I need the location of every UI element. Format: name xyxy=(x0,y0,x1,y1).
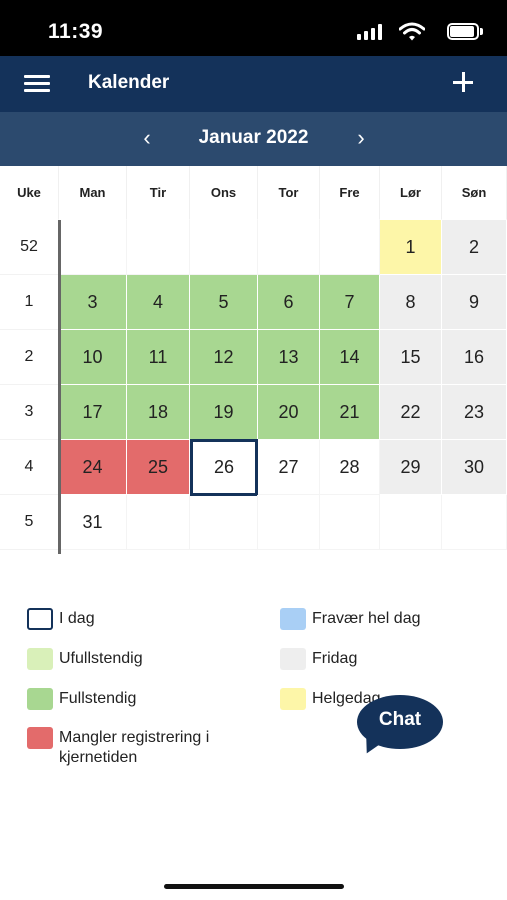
home-indicator xyxy=(164,884,344,889)
calendar-week-row: 4 24 25 26 27 28 29 30 xyxy=(0,439,507,496)
week-column-header: Uke xyxy=(0,166,59,220)
calendar-day[interactable]: 13 xyxy=(258,330,320,385)
week-number: 52 xyxy=(0,220,59,275)
calendar-day[interactable]: 25 xyxy=(127,440,190,495)
calendar-day[interactable]: 31 xyxy=(59,495,127,550)
legend-label: Ufullstendig xyxy=(59,650,143,667)
status-bar: 11:39 xyxy=(0,0,507,56)
calendar-day[interactable]: 23 xyxy=(442,385,507,440)
calendar-day[interactable]: 24 xyxy=(59,440,127,495)
calendar-empty-cell xyxy=(320,495,380,550)
calendar-week-row: 13456789 xyxy=(0,275,507,330)
calendar-day[interactable]: 9 xyxy=(442,275,507,330)
calendar-day[interactable]: 19 xyxy=(190,385,258,440)
calendar-empty-cell xyxy=(320,220,380,275)
calendar-empty-cell xyxy=(190,495,258,550)
calendar-week-row: 3 17 18 19 20 21 22 23 xyxy=(0,385,507,440)
weekday-header: Lør xyxy=(380,166,442,220)
legend-item: Fridag xyxy=(280,648,357,670)
week-divider xyxy=(58,220,61,554)
calendar-day[interactable]: 14 xyxy=(320,330,380,385)
calendar-day[interactable]: 30 xyxy=(442,440,507,495)
week-number: 4 xyxy=(0,440,59,495)
weekday-header: Tir xyxy=(127,166,190,220)
legend-swatch xyxy=(280,648,306,670)
calendar-day[interactable]: 4 xyxy=(127,275,190,330)
calendar-week-row: 5 31 xyxy=(0,495,507,550)
legend-label: I dag xyxy=(59,610,95,627)
calendar-day[interactable]: 17 xyxy=(59,385,127,440)
calendar-day[interactable]: 6 xyxy=(258,275,320,330)
legend-item: Ufullstendig xyxy=(27,648,143,670)
weekday-header: Tor xyxy=(258,166,320,220)
weekday-header: Ons xyxy=(190,166,258,220)
month-navigation: ‹ Januar 2022 › xyxy=(0,112,507,166)
chat-button[interactable]: Chat xyxy=(357,695,443,749)
legend-swatch xyxy=(280,688,306,710)
month-title: Januar 2022 xyxy=(198,127,309,148)
page-title: Kalender xyxy=(88,72,170,93)
calendar-empty-cell xyxy=(380,495,442,550)
calendar-day[interactable]: 16 xyxy=(442,330,507,385)
calendar-day-today[interactable]: 26 xyxy=(190,439,258,496)
calendar-day[interactable]: 7 xyxy=(320,275,380,330)
calendar-empty-cell xyxy=(127,220,190,275)
menu-button[interactable] xyxy=(24,72,52,96)
legend-item: Mangler registrering i kjernetiden xyxy=(27,727,257,768)
signal-icon xyxy=(357,24,383,40)
legend-label: Fravær hel dag xyxy=(312,610,421,627)
calendar-day[interactable]: 22 xyxy=(380,385,442,440)
battery-icon xyxy=(447,23,483,40)
week-number: 5 xyxy=(0,495,59,550)
legend-item: Fravær hel dag xyxy=(280,608,421,630)
week-number: 2 xyxy=(0,330,59,385)
legend-swatch xyxy=(27,688,53,710)
calendar-day[interactable]: 28 xyxy=(320,440,380,495)
legend-label: Mangler registrering i kjernetiden xyxy=(59,729,210,766)
calendar-day[interactable]: 20 xyxy=(258,385,320,440)
calendar-week-row: 2 10 11 12 13 14 15 16 xyxy=(0,330,507,385)
weekday-header: Fre xyxy=(320,166,380,220)
calendar-header-row: Uke Man Tir Ons Tor Fre Lør Søn xyxy=(0,166,507,220)
app-header: Kalender xyxy=(0,56,507,112)
calendar-day[interactable]: 18 xyxy=(127,385,190,440)
legend-item: Fullstendig xyxy=(27,688,136,710)
calendar-day[interactable]: 1 xyxy=(380,220,442,275)
legend-swatch xyxy=(27,648,53,670)
calendar-day[interactable]: 29 xyxy=(380,440,442,495)
calendar-empty-cell xyxy=(59,220,127,275)
calendar-day[interactable]: 5 xyxy=(190,275,258,330)
add-button[interactable] xyxy=(449,68,477,98)
week-number: 3 xyxy=(0,385,59,440)
calendar-day[interactable]: 8 xyxy=(380,275,442,330)
legend-item: I dag xyxy=(27,608,95,630)
week-number: 1 xyxy=(0,275,59,330)
weekday-header: Søn xyxy=(442,166,507,220)
calendar-empty-cell xyxy=(442,495,507,550)
calendar-day[interactable]: 27 xyxy=(258,440,320,495)
weekday-header: Man xyxy=(59,166,127,220)
calendar-empty-cell xyxy=(258,220,320,275)
calendar-empty-cell xyxy=(127,495,190,550)
legend-swatch xyxy=(27,727,53,749)
calendar-day[interactable]: 2 xyxy=(442,220,507,275)
status-time: 11:39 xyxy=(48,20,104,43)
calendar-day[interactable]: 3 xyxy=(59,275,127,330)
calendar-empty-cell xyxy=(190,220,258,275)
legend-label: Fullstendig xyxy=(59,690,137,707)
legend-label: Fridag xyxy=(312,650,358,667)
calendar-day[interactable]: 15 xyxy=(380,330,442,385)
legend-swatch xyxy=(280,608,306,630)
calendar-day[interactable]: 12 xyxy=(190,330,258,385)
legend-swatch xyxy=(27,608,53,630)
calendar-empty-cell xyxy=(258,495,320,550)
calendar-day[interactable]: 10 xyxy=(59,330,127,385)
next-month-button[interactable]: › xyxy=(349,126,373,150)
calendar-day[interactable]: 21 xyxy=(320,385,380,440)
wifi-icon xyxy=(399,22,425,41)
calendar-day[interactable]: 11 xyxy=(127,330,190,385)
calendar-week-row: 52 1 2 xyxy=(0,220,507,275)
